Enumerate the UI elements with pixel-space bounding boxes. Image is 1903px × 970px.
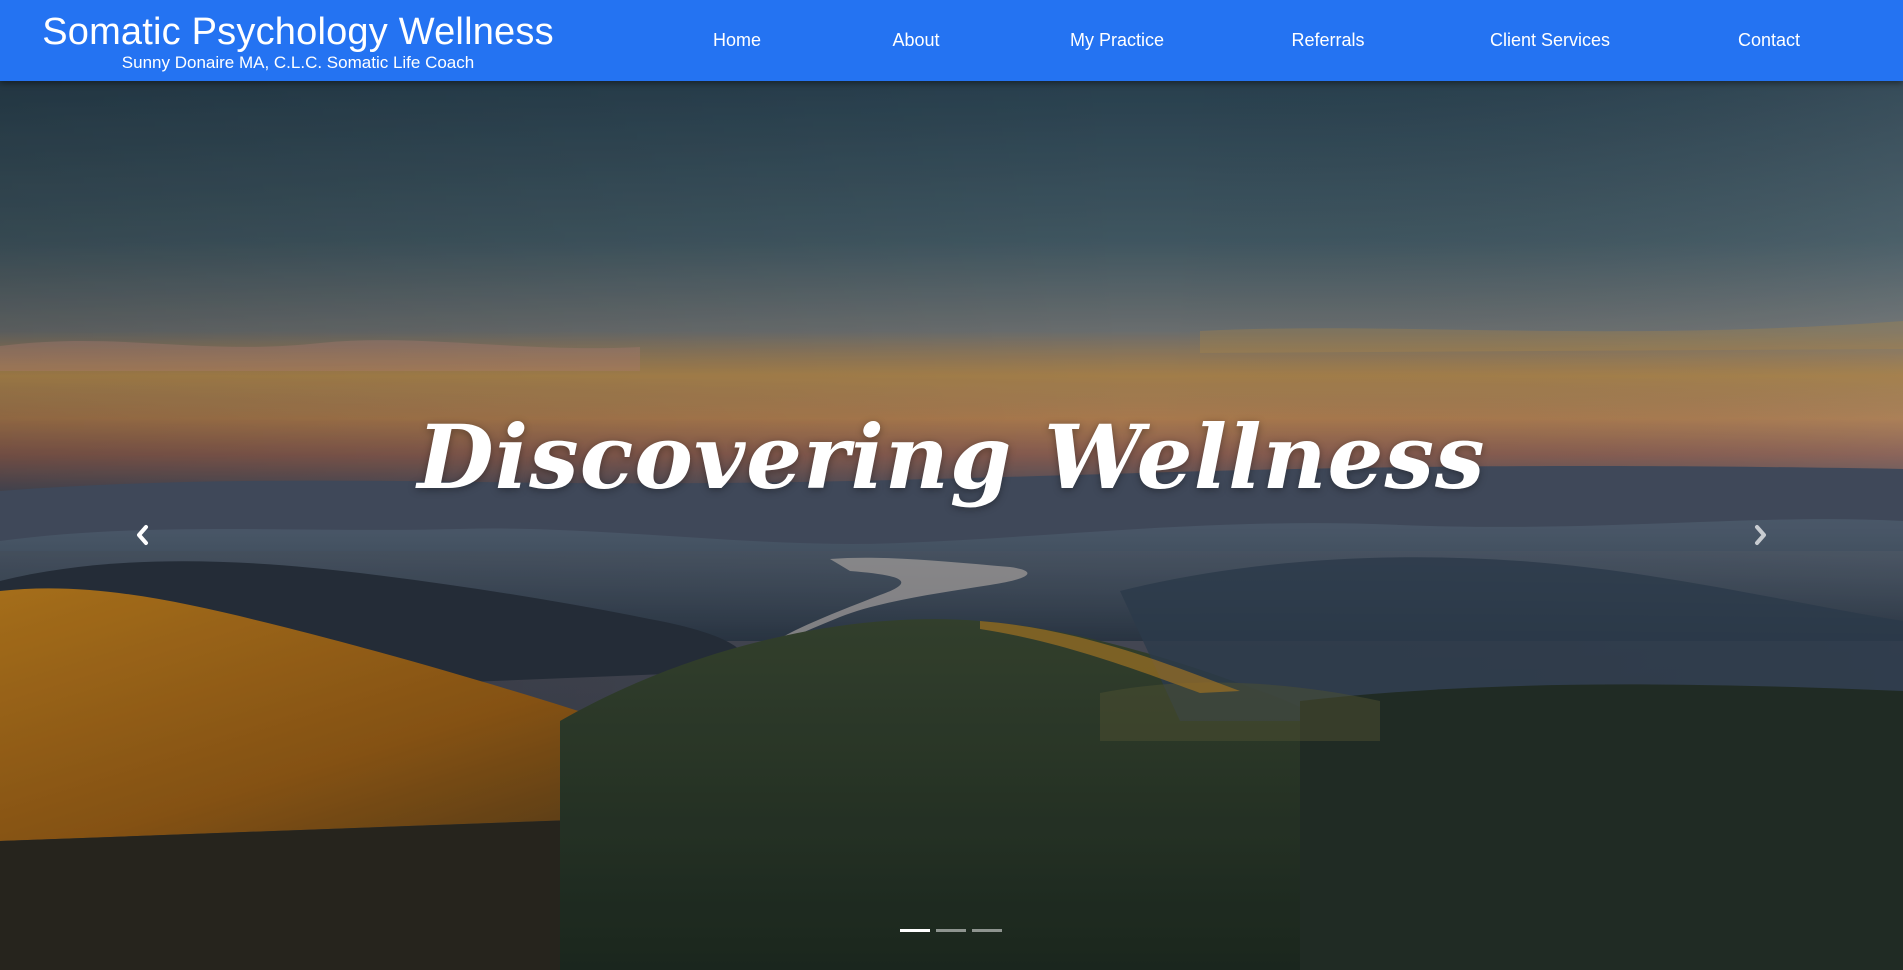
chevron-left-icon xyxy=(137,525,148,545)
carousel-indicators xyxy=(900,929,1002,935)
nav-item-client-services[interactable]: Client Services xyxy=(1490,28,1610,52)
nav-item-referrals[interactable]: Referrals xyxy=(1291,28,1364,52)
carousel-indicator-2[interactable] xyxy=(936,929,966,932)
nav-item-contact[interactable]: Contact xyxy=(1738,28,1800,52)
carousel-indicator-1[interactable] xyxy=(900,929,930,932)
chevron-right-icon xyxy=(1755,525,1766,545)
main-nav: Home About My Practice Referrals Client … xyxy=(0,0,1903,81)
top-navbar: Somatic Psychology Wellness Sunny Donair… xyxy=(0,0,1903,81)
nav-item-my-practice[interactable]: My Practice xyxy=(1070,28,1164,52)
carousel-indicator-3[interactable] xyxy=(972,929,1002,932)
hero-heading: Discovering Wellness xyxy=(417,405,1486,509)
hero-background-image xyxy=(0,81,1903,970)
carousel-prev-button[interactable] xyxy=(128,517,158,553)
nav-item-home[interactable]: Home xyxy=(713,28,761,52)
carousel-next-button[interactable] xyxy=(1745,517,1775,553)
nav-item-about[interactable]: About xyxy=(892,28,939,52)
hero-carousel: Discovering Wellness xyxy=(0,81,1903,970)
